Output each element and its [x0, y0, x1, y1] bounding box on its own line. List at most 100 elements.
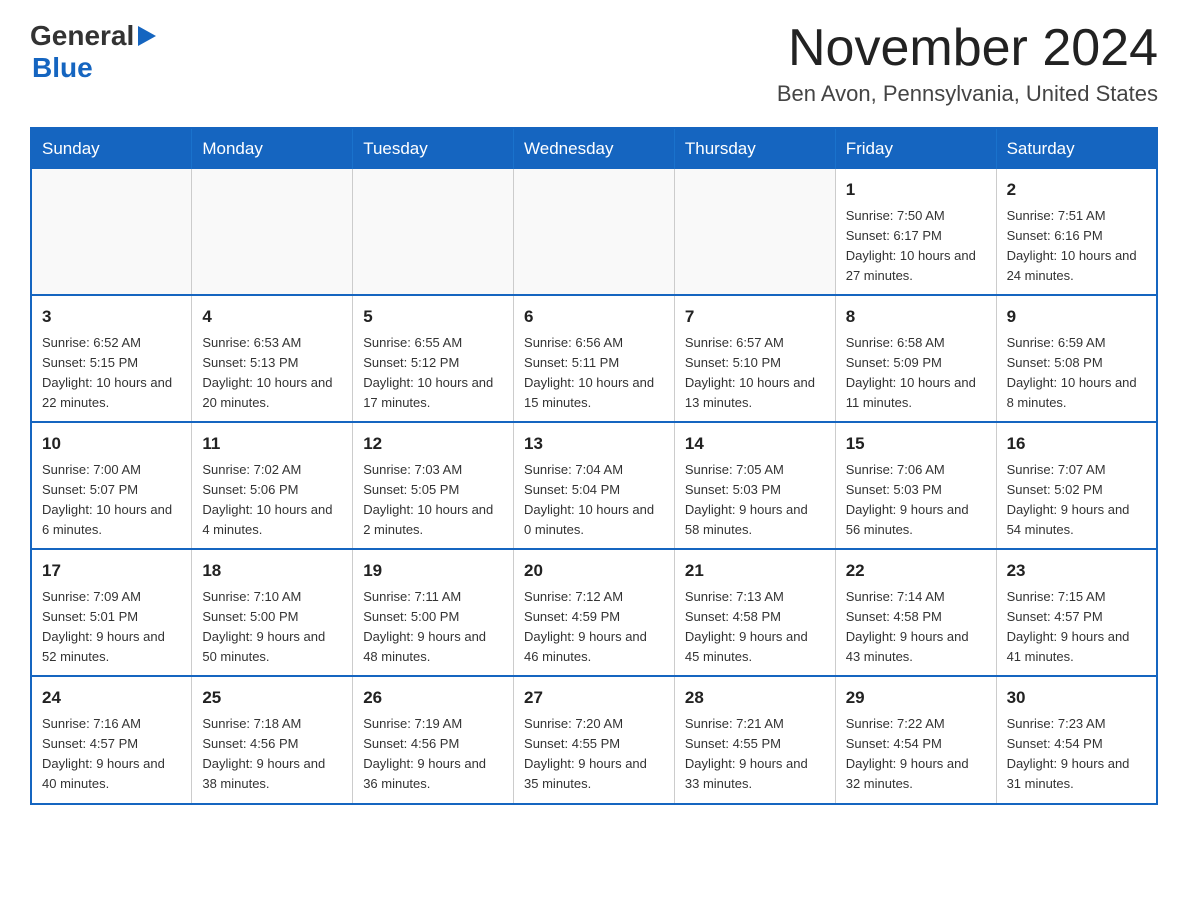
day-info: Sunrise: 7:51 AM Sunset: 6:16 PM Dayligh… [1007, 206, 1146, 287]
days-header-row: Sunday Monday Tuesday Wednesday Thursday… [31, 128, 1157, 169]
day-info: Sunrise: 7:00 AM Sunset: 5:07 PM Dayligh… [42, 460, 181, 541]
day-number: 21 [685, 558, 825, 584]
table-row: 17 Sunrise: 7:09 AM Sunset: 5:01 PM Dayli… [31, 549, 192, 676]
table-row: 10 Sunrise: 7:00 AM Sunset: 5:07 PM Dayli… [31, 422, 192, 549]
header: General Blue November 2024 Ben Avon, Pen… [30, 20, 1158, 107]
day-info: Sunrise: 7:03 AM Sunset: 5:05 PM Dayligh… [363, 460, 503, 541]
day-number: 1 [846, 177, 986, 203]
day-info: Sunrise: 7:14 AM Sunset: 4:58 PM Dayligh… [846, 587, 986, 668]
day-number: 17 [42, 558, 181, 584]
table-row: 3 Sunrise: 6:52 AM Sunset: 5:15 PM Daylig… [31, 295, 192, 422]
day-info: Sunrise: 7:12 AM Sunset: 4:59 PM Dayligh… [524, 587, 664, 668]
day-number: 11 [202, 431, 342, 457]
day-info: Sunrise: 6:55 AM Sunset: 5:12 PM Dayligh… [363, 333, 503, 414]
calendar-week-row: 17 Sunrise: 7:09 AM Sunset: 5:01 PM Dayli… [31, 549, 1157, 676]
table-row: 15 Sunrise: 7:06 AM Sunset: 5:03 PM Dayli… [835, 422, 996, 549]
table-row: 28Sunrise: 7:21 AM Sunset: 4:55 PM Dayli… [674, 676, 835, 803]
header-thursday: Thursday [674, 128, 835, 169]
day-number: 14 [685, 431, 825, 457]
day-info: Sunrise: 6:56 AM Sunset: 5:11 PM Dayligh… [524, 333, 664, 414]
day-info: Sunrise: 7:50 AM Sunset: 6:17 PM Dayligh… [846, 206, 986, 287]
table-row: 30 Sunrise: 7:23 AM Sunset: 4:54 PM Dayli… [996, 676, 1157, 803]
table-row: 5 Sunrise: 6:55 AM Sunset: 5:12 PM Daylig… [353, 295, 514, 422]
day-info: Sunrise: 7:05 AM Sunset: 5:03 PM Dayligh… [685, 460, 825, 541]
table-row: 6 Sunrise: 6:56 AM Sunset: 5:11 PM Daylig… [514, 295, 675, 422]
table-row [674, 169, 835, 295]
table-row: 27Sunrise: 7:20 AM Sunset: 4:55 PM Dayli… [514, 676, 675, 803]
table-row: 26Sunrise: 7:19 AM Sunset: 4:56 PM Dayli… [353, 676, 514, 803]
day-info: Sunrise: 7:09 AM Sunset: 5:01 PM Dayligh… [42, 587, 181, 668]
table-row: 4Sunrise: 6:53 AM Sunset: 5:13 PM Daylig… [192, 295, 353, 422]
day-info: Sunrise: 6:59 AM Sunset: 5:08 PM Dayligh… [1007, 333, 1146, 414]
header-tuesday: Tuesday [353, 128, 514, 169]
day-number: 23 [1007, 558, 1146, 584]
day-number: 2 [1007, 177, 1146, 203]
day-number: 18 [202, 558, 342, 584]
day-info: Sunrise: 7:02 AM Sunset: 5:06 PM Dayligh… [202, 460, 342, 541]
table-row [514, 169, 675, 295]
day-info: Sunrise: 7:06 AM Sunset: 5:03 PM Dayligh… [846, 460, 986, 541]
day-number: 20 [524, 558, 664, 584]
day-info: Sunrise: 7:19 AM Sunset: 4:56 PM Dayligh… [363, 714, 503, 795]
table-row: 8Sunrise: 6:58 AM Sunset: 5:09 PM Daylig… [835, 295, 996, 422]
calendar-location: Ben Avon, Pennsylvania, United States [777, 81, 1158, 107]
day-number: 30 [1007, 685, 1146, 711]
table-row: 21 Sunrise: 7:13 AM Sunset: 4:58 PM Dayli… [674, 549, 835, 676]
table-row: 19 Sunrise: 7:11 AM Sunset: 5:00 PM Dayli… [353, 549, 514, 676]
table-row [192, 169, 353, 295]
table-row [353, 169, 514, 295]
table-row: 14 Sunrise: 7:05 AM Sunset: 5:03 PM Dayli… [674, 422, 835, 549]
day-number: 24 [42, 685, 181, 711]
day-number: 29 [846, 685, 986, 711]
table-row: 20 Sunrise: 7:12 AM Sunset: 4:59 PM Dayli… [514, 549, 675, 676]
header-wednesday: Wednesday [514, 128, 675, 169]
header-sunday: Sunday [31, 128, 192, 169]
table-row: 22 Sunrise: 7:14 AM Sunset: 4:58 PM Dayli… [835, 549, 996, 676]
day-number: 28 [685, 685, 825, 711]
day-number: 7 [685, 304, 825, 330]
calendar-table: Sunday Monday Tuesday Wednesday Thursday… [30, 127, 1158, 804]
day-number: 27 [524, 685, 664, 711]
calendar-week-row: 10 Sunrise: 7:00 AM Sunset: 5:07 PM Dayli… [31, 422, 1157, 549]
day-number: 12 [363, 431, 503, 457]
day-info: Sunrise: 6:52 AM Sunset: 5:15 PM Dayligh… [42, 333, 181, 414]
title-area: November 2024 Ben Avon, Pennsylvania, Un… [777, 20, 1158, 107]
day-number: 16 [1007, 431, 1146, 457]
calendar-week-row: 1 Sunrise: 7:50 AM Sunset: 6:17 PM Daylig… [31, 169, 1157, 295]
table-row: 25Sunrise: 7:18 AM Sunset: 4:56 PM Dayli… [192, 676, 353, 803]
day-number: 19 [363, 558, 503, 584]
day-info: Sunrise: 6:58 AM Sunset: 5:09 PM Dayligh… [846, 333, 986, 414]
header-saturday: Saturday [996, 128, 1157, 169]
day-number: 22 [846, 558, 986, 584]
day-number: 13 [524, 431, 664, 457]
logo: General Blue [30, 20, 156, 84]
day-number: 9 [1007, 304, 1146, 330]
day-info: Sunrise: 7:04 AM Sunset: 5:04 PM Dayligh… [524, 460, 664, 541]
table-row: 2 Sunrise: 7:51 AM Sunset: 6:16 PM Daylig… [996, 169, 1157, 295]
calendar-title: November 2024 [777, 20, 1158, 77]
day-info: Sunrise: 7:10 AM Sunset: 5:00 PM Dayligh… [202, 587, 342, 668]
table-row: 16Sunrise: 7:07 AM Sunset: 5:02 PM Dayli… [996, 422, 1157, 549]
day-info: Sunrise: 7:13 AM Sunset: 4:58 PM Dayligh… [685, 587, 825, 668]
day-info: Sunrise: 6:57 AM Sunset: 5:10 PM Dayligh… [685, 333, 825, 414]
day-number: 3 [42, 304, 181, 330]
day-number: 6 [524, 304, 664, 330]
day-info: Sunrise: 7:15 AM Sunset: 4:57 PM Dayligh… [1007, 587, 1146, 668]
day-number: 10 [42, 431, 181, 457]
logo-triangle-icon [138, 26, 156, 51]
table-row: 12 Sunrise: 7:03 AM Sunset: 5:05 PM Dayli… [353, 422, 514, 549]
day-info: Sunrise: 7:23 AM Sunset: 4:54 PM Dayligh… [1007, 714, 1146, 795]
day-number: 15 [846, 431, 986, 457]
calendar-week-row: 3 Sunrise: 6:52 AM Sunset: 5:15 PM Daylig… [31, 295, 1157, 422]
table-row: 11 Sunrise: 7:02 AM Sunset: 5:06 PM Dayli… [192, 422, 353, 549]
day-info: Sunrise: 7:11 AM Sunset: 5:00 PM Dayligh… [363, 587, 503, 668]
day-number: 5 [363, 304, 503, 330]
day-number: 25 [202, 685, 342, 711]
table-row [31, 169, 192, 295]
header-friday: Friday [835, 128, 996, 169]
logo-blue-text: Blue [32, 52, 93, 83]
table-row: 23 Sunrise: 7:15 AM Sunset: 4:57 PM Dayli… [996, 549, 1157, 676]
table-row: 7 Sunrise: 6:57 AM Sunset: 5:10 PM Daylig… [674, 295, 835, 422]
header-monday: Monday [192, 128, 353, 169]
table-row: 29Sunrise: 7:22 AM Sunset: 4:54 PM Dayli… [835, 676, 996, 803]
